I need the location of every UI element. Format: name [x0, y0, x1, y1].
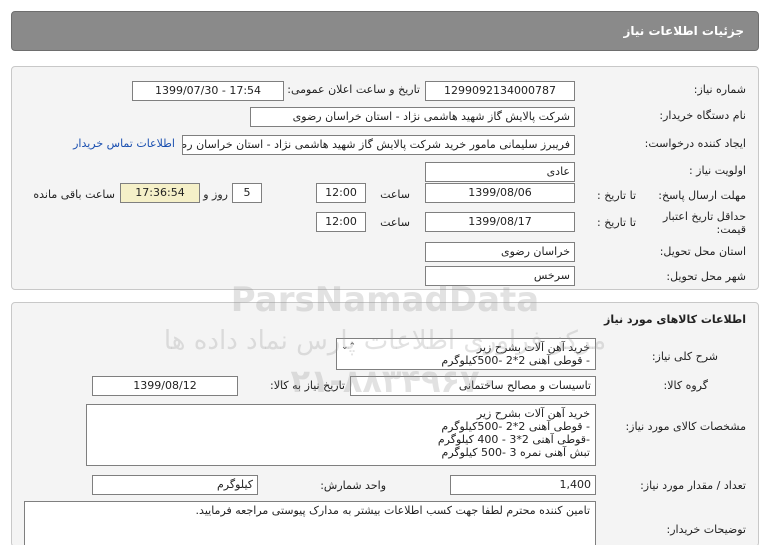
group-label: گروه کالا: — [663, 379, 708, 392]
summary-label: شرح کلی نیاز: — [651, 350, 718, 363]
announce-date-label: تاریخ و ساعت اعلان عمومی: — [287, 83, 420, 96]
validity-label-line2: قیمت: — [716, 223, 746, 236]
summary-line: - قوطی آهنی 2*2 -500کیلوگرم — [441, 354, 590, 367]
page-title: جزئیات اطلاعات نیاز — [623, 24, 744, 38]
remaining-days-field[interactable]: 5 — [232, 183, 262, 203]
buyer-contact-link[interactable]: اطلاعات تماس خریدار — [73, 137, 175, 150]
validity-date-field[interactable]: 1399/08/17 — [425, 212, 575, 232]
remaining-time-field[interactable]: 17:36:54 — [120, 183, 200, 203]
need-number-label: شماره نیاز: — [693, 83, 746, 96]
city-label: شهر محل تحویل: — [666, 270, 746, 283]
goods-panel: اطلاعات کالاهای مورد نیاز شرح کلی نیاز: … — [11, 302, 759, 545]
province-field[interactable]: خراسان رضوی — [425, 242, 575, 262]
page-header: جزئیات اطلاعات نیاز — [11, 11, 759, 51]
unit-label: واحد شمارش: — [320, 479, 386, 492]
deadline-date-field[interactable]: 1399/08/06 — [425, 183, 575, 203]
days-label: روز و — [203, 188, 228, 201]
buyer-label: نام دستگاه خریدار: — [659, 109, 746, 122]
announce-date-field[interactable]: 1399/07/30 - 17:54 — [132, 81, 284, 101]
summary-line: خرید آهن آلات بشرح زیر — [476, 341, 590, 354]
creator-field[interactable]: فریبرز سلیمانی مامور خرید شرکت پالایش گا… — [182, 135, 575, 155]
qty-field[interactable]: 1,400 — [450, 475, 596, 495]
group-field[interactable]: تاسیسات و مصالح ساختمانی — [350, 376, 596, 396]
deadline-time-field[interactable]: 12:00 — [316, 183, 366, 203]
need-number-field[interactable]: 1299092134000787 — [425, 81, 575, 101]
deadline-label: مهلت ارسال پاسخ: — [658, 189, 746, 202]
remaining-label: ساعت باقی مانده — [33, 188, 115, 201]
priority-label: اولویت نیاز : — [688, 164, 746, 177]
resize-handle-icon[interactable]: ⌃⌄ — [341, 341, 356, 354]
buyer-field[interactable]: شرکت پالایش گاز شهید هاشمی نژاد - استان … — [250, 107, 575, 127]
province-label: استان محل تحویل: — [659, 245, 746, 258]
validity-label-line1: حداقل تاریخ اعتبار — [662, 210, 746, 223]
notes-label: توضیحات خریدار: — [666, 523, 747, 536]
priority-field[interactable]: عادی — [425, 162, 575, 182]
need-details-panel: شماره نیاز: 1299092134000787 تاریخ و ساع… — [11, 66, 759, 290]
deadline-hour-label: ساعت — [380, 188, 410, 201]
spec-textarea[interactable]: خرید آهن آلات بشرح زیر - قوطی آهنی 2*2 -… — [86, 404, 596, 466]
deadline-until-label: تا تاریخ : — [597, 189, 636, 202]
spec-line: تبش آهنی نمره 3 -500 کیلوگرم — [441, 446, 590, 459]
need-date-label: تاریخ نیاز به کالا: — [270, 379, 345, 392]
city-field[interactable]: سرخس — [425, 266, 575, 286]
spec-label: مشخصات کالای مورد نیاز: — [625, 420, 746, 433]
validity-until-label: تا تاریخ : — [597, 216, 636, 229]
validity-hour-label: ساعت — [380, 216, 410, 229]
validity-time-field[interactable]: 12:00 — [316, 212, 366, 232]
goods-section-title: اطلاعات کالاهای مورد نیاز — [604, 313, 746, 326]
unit-field[interactable]: کیلوگرم — [92, 475, 258, 495]
creator-label: ایجاد کننده درخواست: — [644, 137, 746, 150]
spec-line: خرید آهن آلات بشرح زیر — [476, 407, 590, 420]
need-date-field[interactable]: 1399/08/12 — [92, 376, 238, 396]
notes-text: تامین کننده محترم لطفا جهت کسب اطلاعات ب… — [195, 504, 590, 517]
notes-textarea[interactable]: تامین کننده محترم لطفا جهت کسب اطلاعات ب… — [24, 501, 596, 545]
qty-label: تعداد / مقدار مورد نیاز: — [640, 479, 746, 492]
spec-line: - قوطی آهنی 2*2 -500کیلوگرم — [441, 420, 590, 433]
spec-line: -قوطی آهنی 2*3 - 400 کیلوگرم — [437, 433, 590, 446]
summary-textarea[interactable]: خرید آهن آلات بشرح زیر - قوطی آهنی 2*2 -… — [336, 338, 596, 370]
